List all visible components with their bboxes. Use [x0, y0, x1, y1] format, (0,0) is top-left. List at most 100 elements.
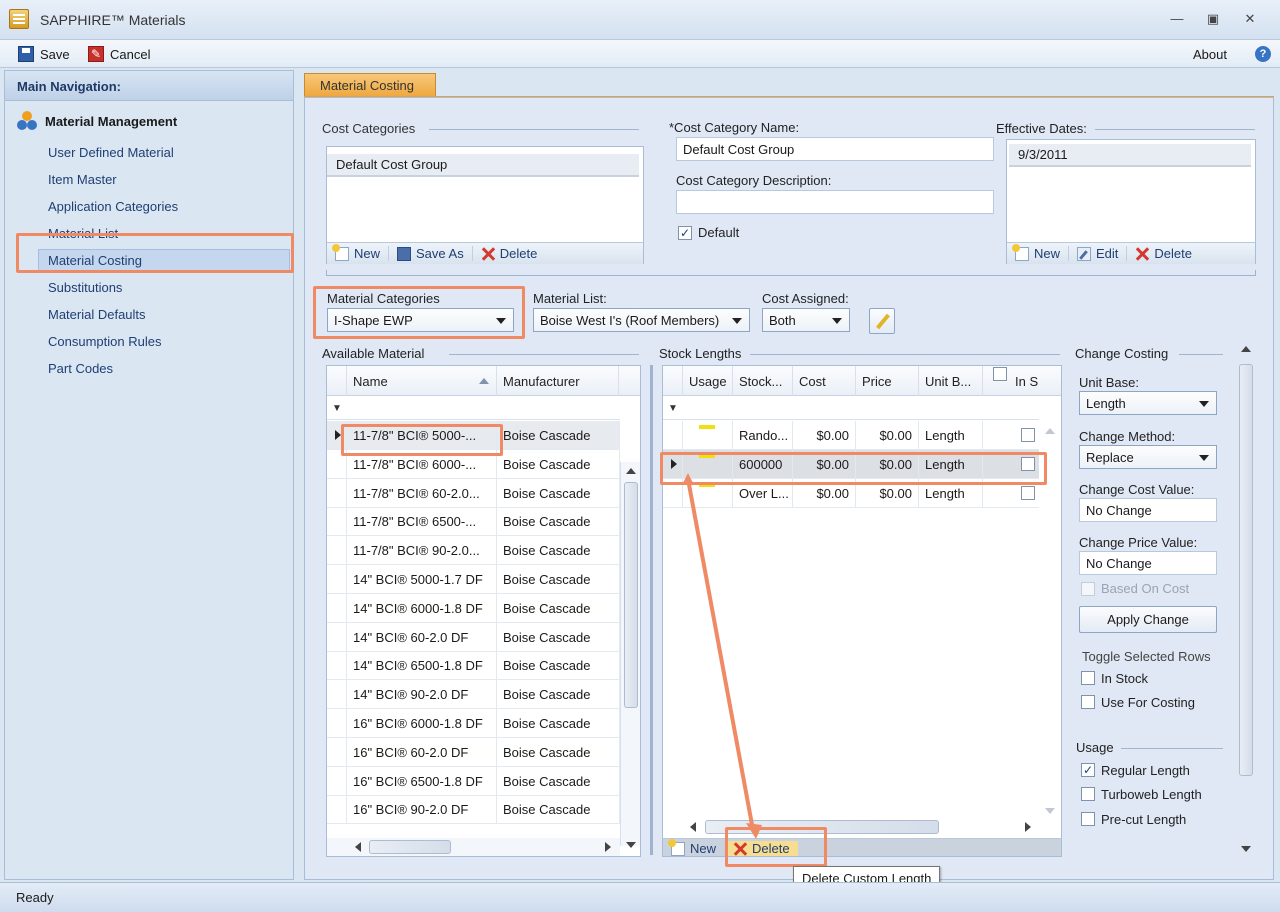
- sidebar-item-substitutions[interactable]: Substitutions: [48, 280, 122, 295]
- name-cell[interactable]: 11-7/8" BCI® 6500-...: [347, 507, 497, 537]
- manufacturer-cell[interactable]: Boise Cascade: [497, 795, 620, 825]
- name-cell[interactable]: 11-7/8" BCI® 90-2.0...: [347, 536, 497, 566]
- in-stock-cell[interactable]: [983, 450, 1039, 479]
- manufacturer-cell[interactable]: Boise Cascade: [497, 709, 620, 738]
- table-row[interactable]: 16" BCI® 60-2.0 DF Boise Cascade: [327, 737, 620, 767]
- sidebar-item-item-master[interactable]: Item Master: [48, 172, 117, 187]
- table-row[interactable]: 16" BCI® 6500-1.8 DF Boise Cascade: [327, 766, 620, 796]
- sidebar-item-application-categories[interactable]: Application Categories: [48, 199, 178, 214]
- manufacturer-cell[interactable]: Boise Cascade: [497, 565, 620, 594]
- row-indicator[interactable]: [327, 737, 347, 767]
- available-material-grid[interactable]: Name Manufacturer ▼ 11-7/8" BCI® 5000-..…: [326, 365, 641, 857]
- precut-length-checkbox[interactable]: [1081, 812, 1095, 826]
- column-header-name[interactable]: Name: [347, 366, 497, 396]
- name-cell[interactable]: 16" BCI® 90-2.0 DF: [347, 795, 497, 825]
- name-cell[interactable]: 11-7/8" BCI® 6000-...: [347, 449, 497, 479]
- row-indicator[interactable]: [327, 651, 347, 681]
- unit-base-cell[interactable]: Length: [919, 421, 983, 450]
- table-row[interactable]: 11-7/8" BCI® 6500-... Boise Cascade: [327, 507, 620, 537]
- unit-base-dropdown[interactable]: Length: [1079, 391, 1217, 415]
- table-row[interactable]: 16" BCI® 6000-1.8 DF Boise Cascade: [327, 709, 620, 738]
- column-header-cost[interactable]: Cost: [793, 366, 856, 396]
- cancel-button[interactable]: ✎ Cancel: [88, 44, 150, 64]
- table-row[interactable]: 11-7/8" BCI® 60-2.0... Boise Cascade: [327, 478, 620, 508]
- sidebar-item-user-defined-material[interactable]: User Defined Material: [48, 145, 174, 160]
- horizontal-scrollbar[interactable]: [327, 838, 620, 856]
- manufacturer-cell[interactable]: Boise Cascade: [497, 737, 620, 767]
- manufacturer-cell[interactable]: Boise Cascade: [497, 449, 620, 479]
- in-stock-cell[interactable]: [983, 479, 1039, 508]
- list-item[interactable]: Default Cost Group: [327, 154, 639, 177]
- change-cost-input[interactable]: No Change: [1079, 498, 1217, 522]
- scroll-left-icon[interactable]: [355, 842, 361, 852]
- scroll-up-icon[interactable]: [1241, 346, 1251, 352]
- effective-dates-list[interactable]: 9/3/2011 New Edit Delete: [1006, 139, 1256, 264]
- scroll-up-icon[interactable]: [626, 468, 636, 474]
- tab-material-costing[interactable]: Material Costing: [304, 73, 436, 96]
- in-stock-cell[interactable]: [983, 421, 1039, 450]
- table-row[interactable]: 14" BCI® 90-2.0 DF Boise Cascade: [327, 680, 620, 710]
- cost-cell[interactable]: $0.00: [793, 421, 856, 450]
- edit-cost-button[interactable]: [869, 308, 895, 334]
- scroll-right-icon[interactable]: [605, 842, 611, 852]
- column-header-usage[interactable]: Usage: [683, 366, 733, 396]
- cost-categories-list[interactable]: Default Cost Group New Save As Delete: [326, 146, 644, 264]
- turboweb-length-checkbox[interactable]: [1081, 787, 1095, 801]
- manufacturer-cell[interactable]: Boise Cascade: [497, 536, 620, 566]
- save-button[interactable]: Save: [18, 44, 70, 64]
- table-row[interactable]: 14" BCI® 5000-1.7 DF Boise Cascade: [327, 565, 620, 594]
- cost-assigned-dropdown[interactable]: Both: [762, 308, 850, 332]
- price-cell[interactable]: $0.00: [856, 421, 919, 450]
- select-all-checkbox[interactable]: [993, 367, 1007, 381]
- default-checkbox[interactable]: ✓: [678, 226, 692, 240]
- manufacturer-cell[interactable]: Boise Cascade: [497, 651, 620, 681]
- sidebar-item-consumption-rules[interactable]: Consumption Rules: [48, 334, 161, 349]
- usage-cell[interactable]: [683, 421, 733, 450]
- table-row[interactable]: 14" BCI® 6500-1.8 DF Boise Cascade: [327, 651, 620, 681]
- row-indicator[interactable]: [327, 565, 347, 594]
- help-button[interactable]: ?: [1255, 44, 1271, 64]
- row-indicator[interactable]: [327, 421, 347, 450]
- name-cell[interactable]: 14" BCI® 90-2.0 DF: [347, 680, 497, 710]
- stock-length-new-button[interactable]: New: [663, 838, 726, 856]
- name-cell[interactable]: 14" BCI® 6000-1.8 DF: [347, 593, 497, 623]
- in-stock-checkbox[interactable]: [1021, 486, 1035, 500]
- name-cell[interactable]: 11-7/8" BCI® 5000-...: [347, 421, 497, 450]
- scroll-down-icon[interactable]: [1045, 808, 1055, 814]
- row-indicator[interactable]: [327, 709, 347, 738]
- manufacturer-cell[interactable]: Boise Cascade: [497, 680, 620, 710]
- maximize-button[interactable]: ▣: [1204, 10, 1222, 28]
- table-row[interactable]: 11-7/8" BCI® 6000-... Boise Cascade: [327, 449, 620, 479]
- row-indicator[interactable]: [327, 593, 347, 623]
- cost-category-description-input[interactable]: [676, 190, 994, 214]
- date-edit-button[interactable]: Edit: [1069, 246, 1128, 261]
- row-indicator[interactable]: [327, 536, 347, 566]
- date-new-button[interactable]: New: [1007, 243, 1070, 261]
- price-cell[interactable]: $0.00: [856, 450, 919, 479]
- name-cell[interactable]: 14" BCI® 60-2.0 DF: [347, 622, 497, 652]
- row-indicator[interactable]: [327, 478, 347, 508]
- vertical-scrollbar[interactable]: [620, 462, 640, 848]
- scroll-up-icon[interactable]: [1045, 428, 1055, 434]
- manufacturer-cell[interactable]: Boise Cascade: [497, 766, 620, 796]
- name-cell[interactable]: 14" BCI® 6500-1.8 DF: [347, 651, 497, 681]
- name-cell[interactable]: 16" BCI® 6500-1.8 DF: [347, 766, 497, 796]
- row-indicator[interactable]: [663, 421, 683, 450]
- in-stock-checkbox[interactable]: [1021, 428, 1035, 442]
- scroll-down-icon[interactable]: [626, 842, 636, 848]
- close-button[interactable]: ✕: [1241, 10, 1259, 28]
- apply-change-button[interactable]: Apply Change: [1079, 606, 1217, 633]
- cost-category-save-as-button[interactable]: Save As: [389, 246, 473, 261]
- scroll-right-icon[interactable]: [1025, 822, 1031, 832]
- sidebar-item-material-costing[interactable]: Material Costing: [48, 253, 142, 268]
- change-price-input[interactable]: No Change: [1079, 551, 1217, 575]
- table-row[interactable]: 14" BCI® 6000-1.8 DF Boise Cascade: [327, 593, 620, 623]
- sidebar-item-material-defaults[interactable]: Material Defaults: [48, 307, 146, 322]
- scrollbar-thumb[interactable]: [624, 482, 638, 708]
- name-cell[interactable]: 16" BCI® 6000-1.8 DF: [347, 709, 497, 738]
- manufacturer-cell[interactable]: Boise Cascade: [497, 507, 620, 537]
- unit-base-cell[interactable]: Length: [919, 450, 983, 479]
- unit-base-cell[interactable]: Length: [919, 479, 983, 508]
- material-list-dropdown[interactable]: Boise West I's (Roof Members): [533, 308, 750, 332]
- price-cell[interactable]: $0.00: [856, 479, 919, 508]
